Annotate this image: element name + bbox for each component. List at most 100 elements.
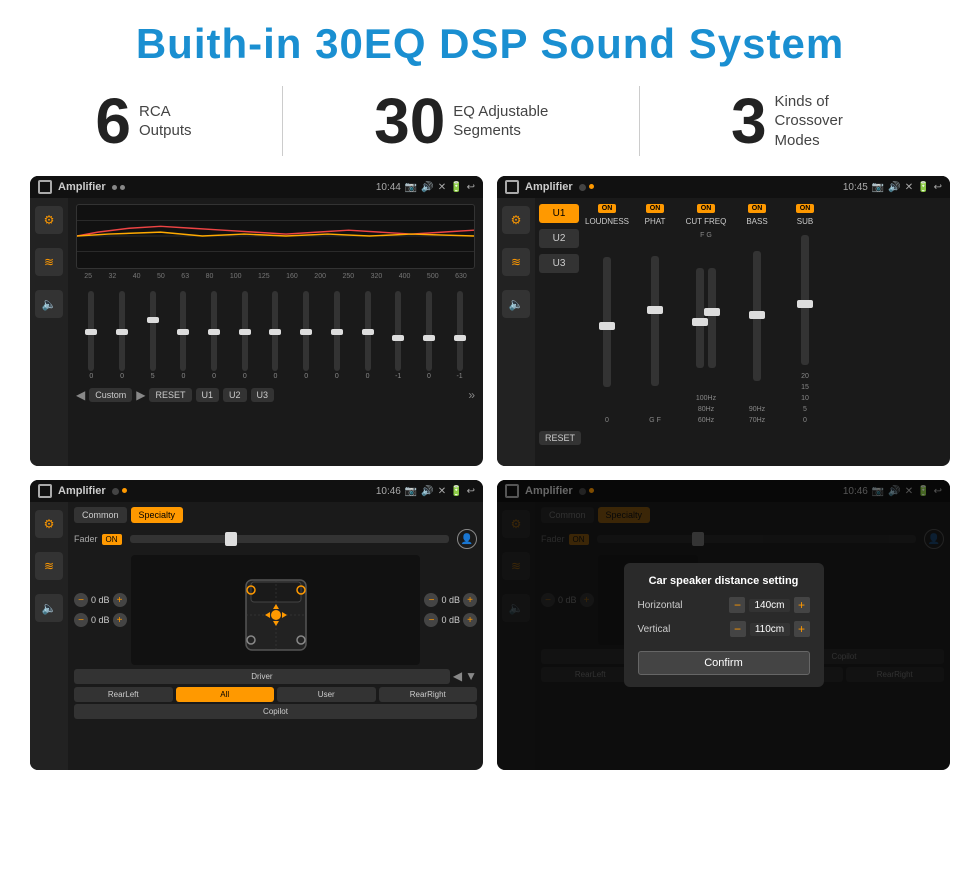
loudness-value: 0 [605,417,609,424]
slider-8[interactable]: 0 [297,291,315,380]
slider-4[interactable]: 0 [174,291,192,380]
page-container: Buith-in 30EQ DSP Sound System 6 RCAOutp… [0,0,980,790]
phat-fader[interactable] [651,256,659,386]
slider-6[interactable]: 0 [236,291,254,380]
stat-divider-2 [639,86,640,156]
rearright-btn[interactable]: RearRight [379,687,478,702]
arrow-down-icon[interactable]: ▼ [465,669,477,684]
stat-number-crossover: 3 [731,89,767,153]
db-plus-rr[interactable]: + [463,613,477,627]
back-icon-2[interactable]: ↩ [934,182,942,193]
user-btn[interactable]: User [277,687,376,702]
slider-11[interactable]: -1 [389,291,407,380]
db-minus-rl[interactable]: − [74,613,88,627]
speaker-icon: 🔈 [42,297,57,311]
crossover-speaker-btn[interactable]: 🔈 [502,290,530,318]
dot2 [120,185,125,190]
slider-12[interactable]: 0 [420,291,438,380]
vertical-label: Vertical [638,624,671,635]
dialog-overlay: Car speaker distance setting Horizontal … [497,480,950,770]
arrow-left-icon[interactable]: ◀ [453,669,462,684]
crossover-u2-btn[interactable]: U2 [539,229,579,248]
slider-10[interactable]: 0 [359,291,377,380]
eq-next[interactable]: ▶ [136,388,145,402]
cutfreq-on[interactable]: ON [697,204,716,213]
db-minus-rr[interactable]: − [424,613,438,627]
speaker-speaker-btn[interactable]: 🔈 [35,594,63,622]
eq-screen: Amplifier 10:44 📷 🔊 ✕ 🔋 ↩ [30,176,483,466]
expand-icon[interactable]: » [468,388,475,402]
all-btn[interactable]: All [176,687,275,702]
cutfreq-label: CUT FREQ [686,217,727,226]
eq-speaker-btn[interactable]: 🔈 [35,290,63,318]
crossover-u3-btn[interactable]: U3 [539,254,579,273]
db-control-rl: − 0 dB + [74,613,127,627]
copilot-btn[interactable]: Copilot [74,704,477,719]
home-icon[interactable] [38,180,52,194]
db-minus-fl[interactable]: − [74,593,88,607]
phat-on[interactable]: ON [646,204,665,213]
horizontal-value-group: − 140cm + [729,597,809,613]
slider-1[interactable]: 0 [82,291,100,380]
dot4 [589,184,594,189]
eq-u3-btn[interactable]: U3 [251,388,275,402]
db-control-fr: − 0 dB + [424,593,477,607]
db-value-rr: 0 dB [441,615,460,625]
db-plus-rl[interactable]: + [113,613,127,627]
back-icon[interactable]: ↩ [467,182,475,193]
db-plus-fl[interactable]: + [113,593,127,607]
sub-on[interactable]: ON [796,204,815,213]
common-tab[interactable]: Common [74,507,127,523]
user-profile-icon[interactable]: 👤 [457,529,477,549]
specialty-tab[interactable]: Specialty [131,507,184,523]
freq-125: 125 [258,273,270,280]
slider-13[interactable]: -1 [451,291,469,380]
home-icon-2[interactable] [505,180,519,194]
slider-3[interactable]: 5 [144,291,162,380]
vertical-minus-btn[interactable]: − [730,621,746,637]
confirm-button[interactable]: Confirm [638,651,810,675]
horizontal-value: 140cm [749,599,789,612]
slider-2[interactable]: 0 [113,291,131,380]
eq-u1-btn[interactable]: U1 [196,388,220,402]
crossover-wave-btn[interactable]: ≋ [502,248,530,276]
eq-u2-btn[interactable]: U2 [223,388,247,402]
crossover-time: 10:45 [843,182,868,193]
car-diagram [131,555,421,665]
crossover-reset-btn[interactable]: RESET [539,431,581,445]
driver-btn[interactable]: Driver [74,669,450,684]
stat-label-eq: EQ AdjustableSegments [453,102,548,141]
bass-on[interactable]: ON [748,204,767,213]
back-icon-3[interactable]: ↩ [467,486,475,497]
horizontal-minus-btn[interactable]: − [729,597,745,613]
crossover-u1-btn[interactable]: U1 [539,204,579,223]
eq-tune-btn[interactable]: ⚙ [35,206,63,234]
crossover-tune-btn[interactable]: ⚙ [502,206,530,234]
vertical-plus-btn[interactable]: + [794,621,810,637]
bass-fader[interactable] [753,251,761,381]
db-minus-fr[interactable]: − [424,593,438,607]
speaker-tune-btn[interactable]: ⚙ [35,510,63,538]
eq-main: 25 32 40 50 63 80 100 125 160 200 250 32… [68,198,483,466]
cutfreq-fader1[interactable] [696,268,704,368]
rearleft-btn[interactable]: RearLeft [74,687,173,702]
speaker-nav-row: Driver ◀ ▼ [74,669,477,684]
battery-icon-2: 🔋 [917,182,929,193]
loudness-on[interactable]: ON [598,204,617,213]
horizontal-plus-btn[interactable]: + [794,597,810,613]
eq-wave-btn[interactable]: ≋ [35,248,63,276]
db-plus-fr[interactable]: + [463,593,477,607]
vertical-row: Vertical − 110cm + [638,621,810,637]
eq-reset-btn[interactable]: RESET [149,388,191,402]
eq-prev[interactable]: ◀ [76,388,85,402]
fader-on-btn[interactable]: ON [102,534,122,545]
sub-fader[interactable] [801,235,809,365]
slider-9[interactable]: 0 [328,291,346,380]
loudness-fader[interactable] [603,257,611,387]
cutfreq-fader2[interactable] [708,268,716,368]
speaker-wave-btn[interactable]: ≋ [35,552,63,580]
slider-5[interactable]: 0 [205,291,223,380]
slider-7[interactable]: 0 [266,291,284,380]
eq-preset-label: Custom [89,388,132,402]
home-icon-3[interactable] [38,484,52,498]
